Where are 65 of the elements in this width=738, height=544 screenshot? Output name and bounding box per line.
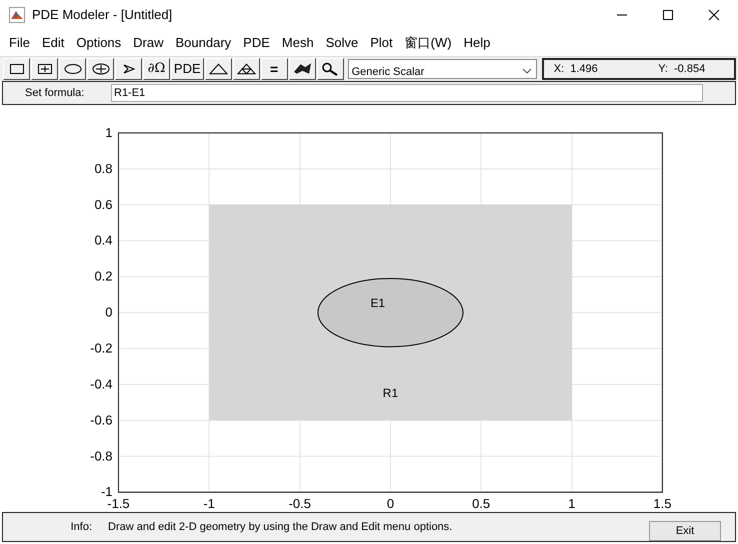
axis-tick-label: 0.6: [94, 196, 112, 212]
info-message: Draw and edit 2-D geometry by using the Draw and Edit menu options.: [108, 521, 454, 533]
zoom-icon: [321, 62, 340, 76]
ellipse-plus-icon: [92, 62, 110, 75]
close-icon[interactable]: [708, 8, 720, 21]
axis-tick-label: -0.5: [288, 496, 311, 511]
axis-tick-label: -1: [203, 496, 215, 511]
axis-tick-label: -0.8: [90, 448, 112, 464]
app-icon: [9, 6, 25, 23]
maximize-icon[interactable]: [662, 8, 674, 21]
mode-dropdown[interactable]: Generic Scalar: [348, 58, 537, 79]
surface-plot-icon: [292, 62, 312, 76]
axis-tick-label: 0: [105, 304, 112, 320]
zoom-tool-button[interactable]: [316, 58, 344, 80]
axis-tick-label: -0.6: [90, 412, 112, 428]
ellipse-tool-button[interactable]: [59, 58, 86, 80]
axis-tick-label: -0.4: [90, 376, 112, 392]
ellipse-icon: [64, 62, 82, 75]
axis-tick-label: 1: [105, 124, 112, 140]
menu-item[interactable]: Draw: [127, 35, 170, 50]
axis-tick-label: -0.2: [90, 340, 112, 356]
formula-field[interactable]: R1-E1: [111, 84, 703, 102]
ellipse-shape[interactable]: [317, 278, 464, 348]
boundary-mode-button[interactable]: ∂Ω: [143, 58, 170, 80]
axis-tick-label: 0.2: [94, 268, 112, 284]
polygon-icon: [122, 62, 136, 75]
menu-item[interactable]: Plot: [364, 35, 399, 50]
menu-item[interactable]: 窗口(W): [398, 34, 458, 52]
menu-item[interactable]: File: [3, 35, 36, 50]
menu-item[interactable]: Solve: [320, 35, 364, 50]
rectangle-plus-icon: [36, 62, 52, 75]
menu-item[interactable]: Mesh: [276, 35, 320, 50]
menu-item[interactable]: PDE: [237, 35, 276, 50]
plot-tool-button[interactable]: [288, 58, 316, 80]
axis-tick-label: 1: [568, 496, 576, 511]
menu-item[interactable]: Options: [70, 35, 128, 50]
rectangle-icon: [8, 62, 24, 75]
refine-tool-button[interactable]: [232, 58, 260, 80]
coordinate-label: Y:: [658, 62, 668, 75]
centered-rectangle-tool-button[interactable]: [31, 58, 58, 80]
info-label: Info:: [70, 521, 93, 533]
shape-label: R1: [382, 386, 398, 400]
axis-tick-label: 0.8: [94, 160, 112, 176]
solve-mode-button[interactable]: =: [260, 58, 288, 80]
axis-tick-label: 0.4: [94, 232, 112, 248]
centered-ellipse-tool-button[interactable]: [87, 58, 114, 80]
coordinate-value: 1.496: [570, 62, 599, 75]
menu-item[interactable]: Edit: [36, 35, 70, 50]
rectangle-tool-button[interactable]: [3, 58, 30, 80]
coordinate-value: -0.854: [674, 62, 706, 75]
triangle-icon: [208, 62, 228, 75]
subdivided-triangle-icon: [236, 62, 256, 75]
mesh-tool-button[interactable]: [204, 58, 232, 80]
shape-label: E1: [370, 296, 386, 310]
exit-button[interactable]: Exit: [649, 521, 721, 541]
axis-tick-label: 0.5: [472, 496, 490, 511]
coordinate-label: X:: [554, 62, 564, 75]
menu-item[interactable]: Boundary: [170, 35, 238, 50]
menu-item[interactable]: Help: [458, 35, 496, 50]
axis-tick-label: 1.5: [653, 496, 672, 511]
window-title: PDE Modeler - [Untitled]: [32, 7, 174, 22]
polygon-tool-button[interactable]: [115, 58, 142, 80]
axis-tick-label: 0: [386, 496, 394, 511]
pde-mode-button[interactable]: PDE: [171, 58, 204, 80]
formula-label: Set formula:: [24, 86, 86, 99]
